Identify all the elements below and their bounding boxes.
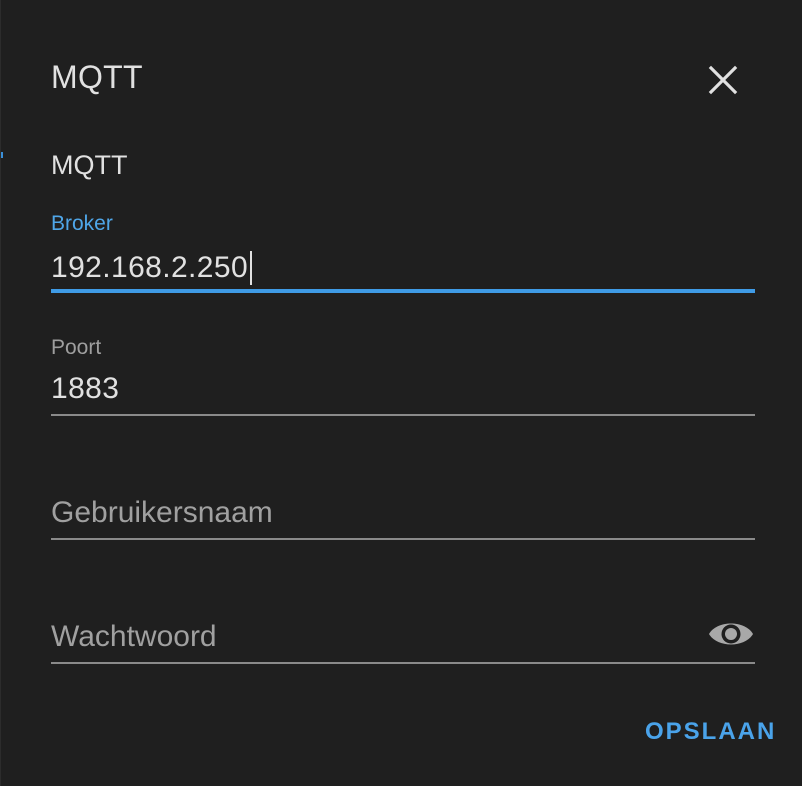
toggle-password-visibility-button[interactable] <box>707 614 755 654</box>
broker-field[interactable]: Broker 192.168.2.250 <box>51 206 755 296</box>
broker-underline <box>51 289 755 293</box>
port-label: Poort <box>51 336 102 359</box>
mqtt-dialog: MQTT MQTT Broker 192.168.2.250 Poort 188… <box>0 0 802 786</box>
edge-indicator <box>1 152 3 158</box>
close-button[interactable] <box>701 58 745 102</box>
username-underline <box>51 538 755 540</box>
username-field[interactable]: Gebruikersnaam <box>51 480 755 544</box>
port-input[interactable]: 1883 <box>51 372 119 406</box>
port-field[interactable]: Poort 1883 <box>51 330 755 420</box>
password-underline <box>51 662 755 664</box>
broker-label: Broker <box>51 212 113 235</box>
eye-icon <box>709 623 753 645</box>
password-input[interactable]: Wachtwoord <box>51 620 217 654</box>
broker-input[interactable]: 192.168.2.250 <box>51 251 253 285</box>
port-underline <box>51 414 755 416</box>
section-label: MQTT <box>51 150 128 180</box>
close-icon <box>708 65 738 95</box>
save-button[interactable]: OPSLAAN <box>631 710 790 754</box>
dialog-title: MQTT <box>51 59 143 95</box>
broker-value: 192.168.2.250 <box>51 251 249 284</box>
username-input[interactable]: Gebruikersnaam <box>51 496 273 530</box>
password-field[interactable]: Wachtwoord <box>51 604 755 668</box>
text-caret <box>250 251 253 285</box>
